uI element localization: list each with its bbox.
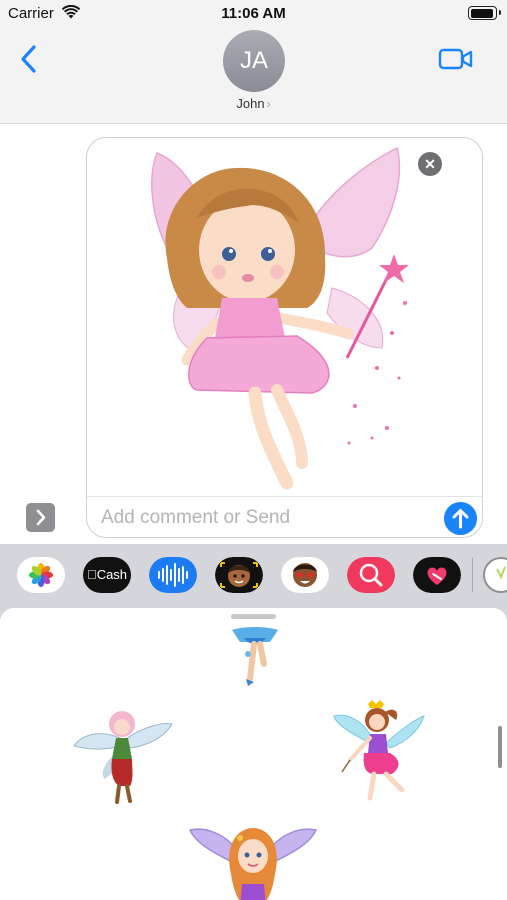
messages-screen: Carrier 11:06 AM JA John › ✕ Add comment…: [0, 0, 507, 900]
video-call-icon[interactable]: [438, 46, 474, 72]
sticker-browser: [0, 608, 507, 900]
conversation-header: Carrier 11:06 AM JA John ›: [0, 0, 507, 124]
clock-time: 11:06 AM: [221, 5, 286, 22]
sticker-browser-panel: [0, 608, 507, 900]
pink-hair-fairy-sticker[interactable]: [72, 704, 174, 804]
fairy-sticker-preview: [151, 146, 409, 490]
blue-fairy-sticker[interactable]: [226, 624, 284, 688]
remove-attachment-button[interactable]: ✕: [418, 152, 442, 176]
compose-divider: [87, 496, 482, 497]
back-button[interactable]: [18, 42, 42, 76]
contact-avatar[interactable]: JA: [223, 30, 285, 92]
apple-cash-icon[interactable]: Cash: [83, 557, 131, 593]
audio-waveform-icon[interactable]: [149, 557, 197, 593]
fairy-app-icon[interactable]: [481, 557, 507, 593]
digital-touch-icon[interactable]: [413, 557, 461, 593]
battery-icon: [468, 6, 501, 20]
purple-dress-fairy-sticker[interactable]: [330, 698, 426, 808]
memoji-stickers-icon[interactable]: [281, 557, 329, 593]
chevron-right-icon: ›: [266, 97, 271, 111]
apple-cash-label: Cash: [91, 567, 127, 582]
contact-name-button[interactable]: John ›: [0, 96, 507, 111]
compose-box: ✕: [86, 137, 483, 538]
status-bar: Carrier 11:06 AM: [0, 0, 507, 28]
photos-icon[interactable]: [17, 557, 65, 593]
expand-apps-button[interactable]: [26, 503, 55, 532]
sheet-grabber[interactable]: [231, 614, 276, 619]
orange-hair-fairy-sticker[interactable]: [186, 824, 320, 900]
app-drawer-separator: [472, 558, 473, 592]
send-button[interactable]: [444, 502, 477, 535]
memoji-icon[interactable]: [215, 557, 263, 593]
message-input[interactable]: [101, 504, 431, 532]
contact-name: John: [236, 96, 265, 111]
app-drawer: Cash: [0, 544, 507, 608]
image-search-icon[interactable]: [347, 557, 395, 593]
scroll-indicator[interactable]: [498, 726, 502, 768]
